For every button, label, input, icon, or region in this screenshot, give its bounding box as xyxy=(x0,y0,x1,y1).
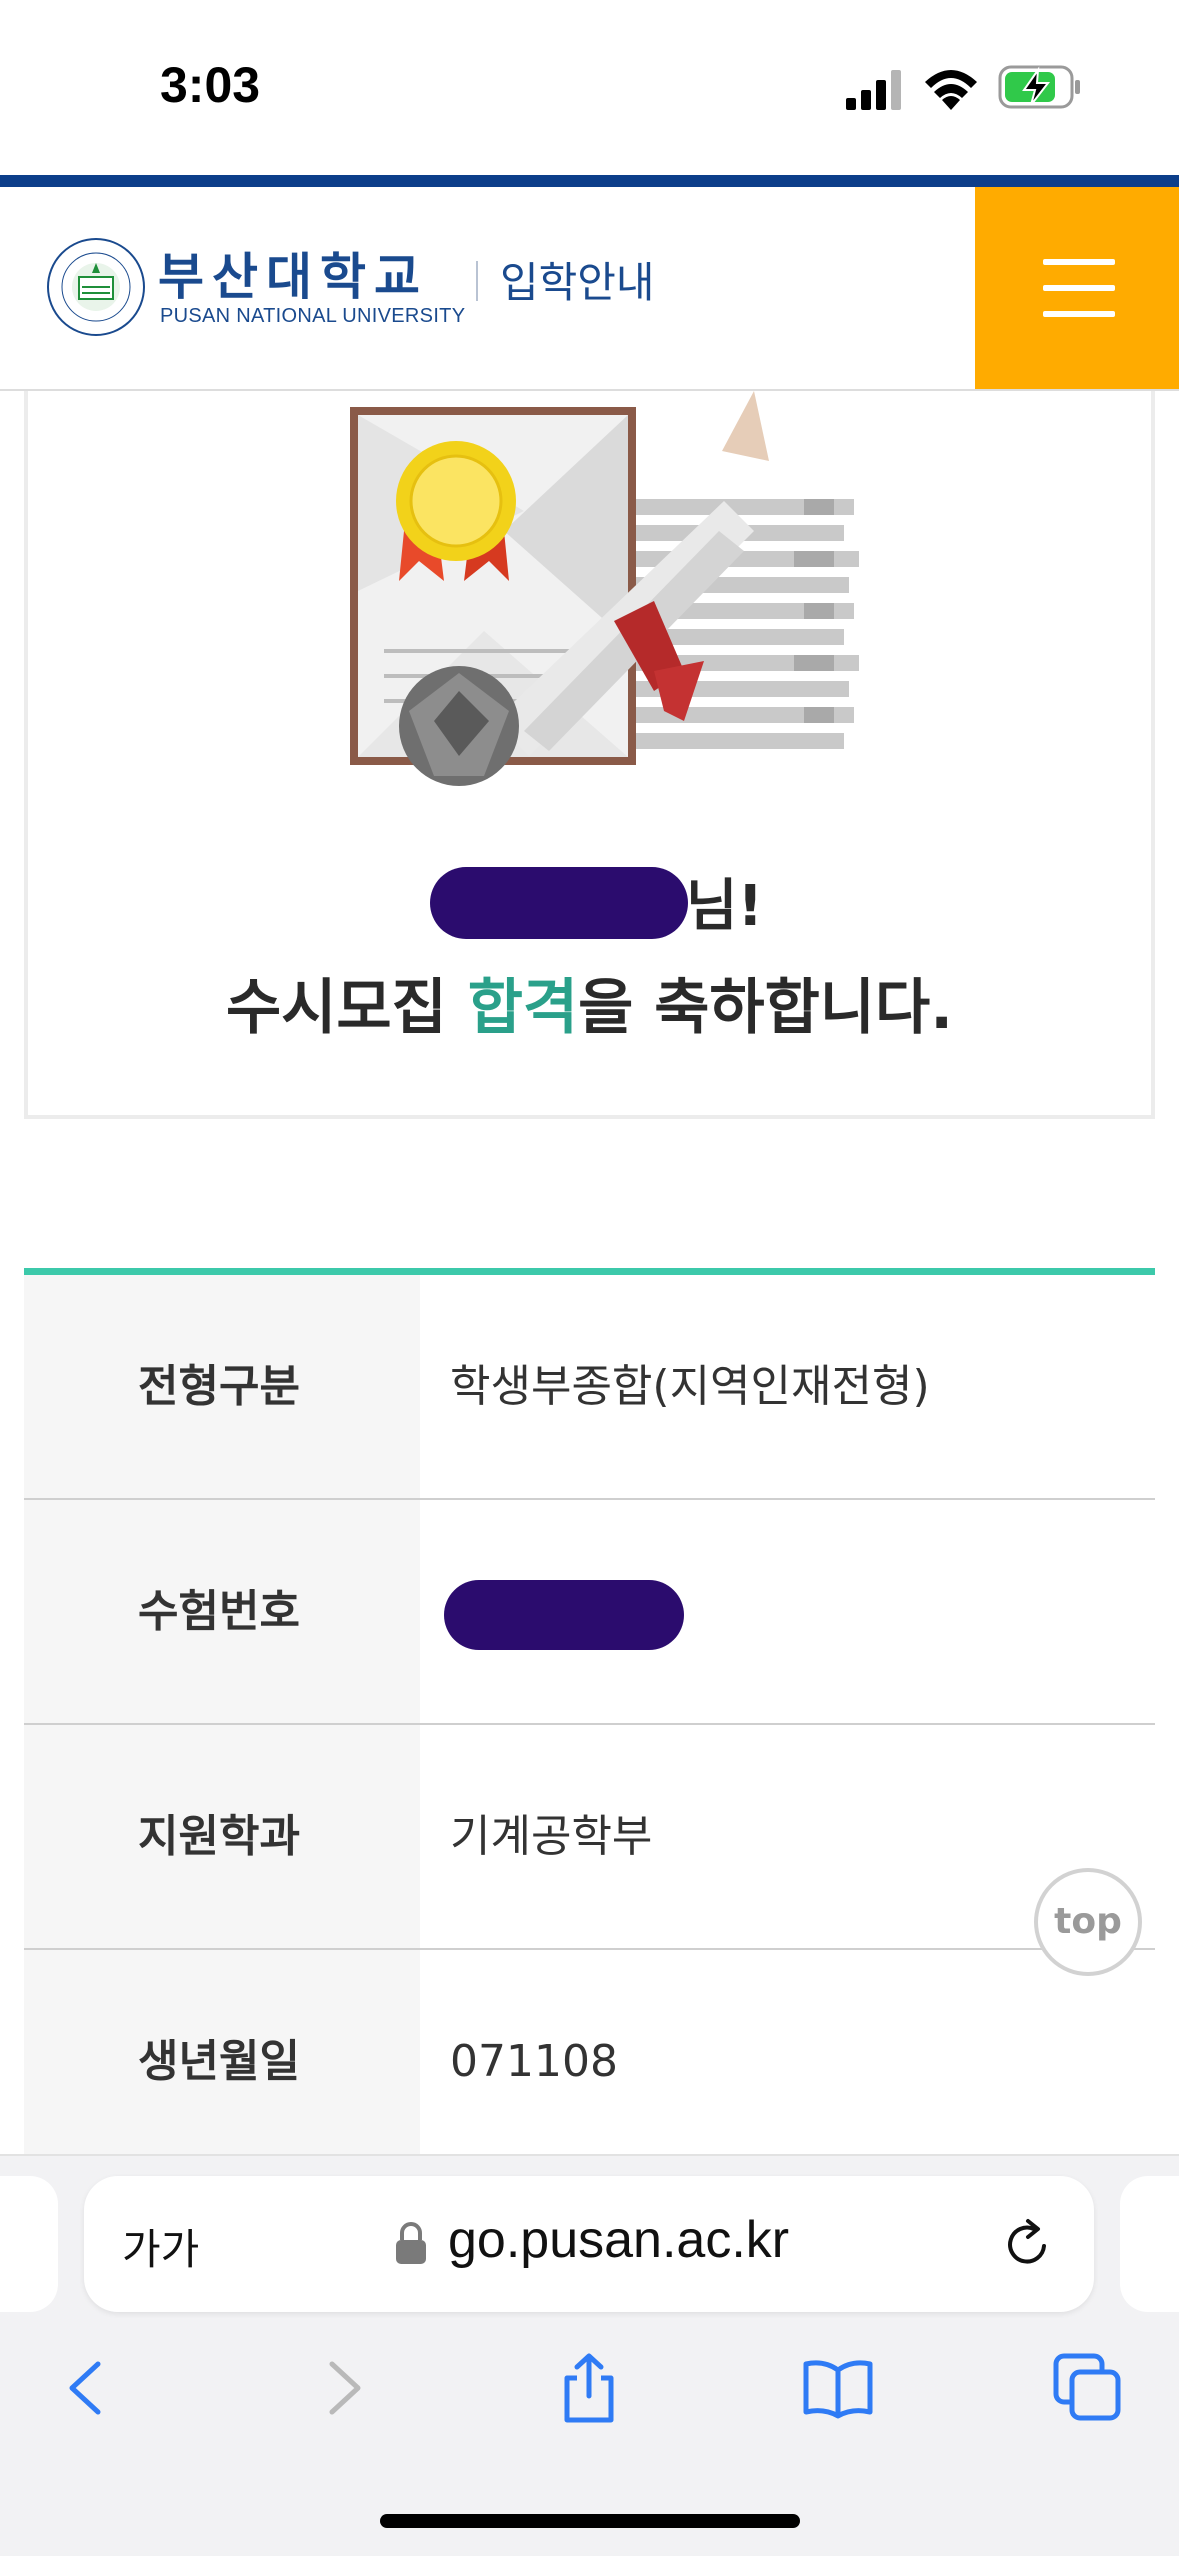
row-label: 지원학과 xyxy=(138,1811,300,1862)
tabs-icon[interactable] xyxy=(1052,2352,1124,2424)
text-size-button[interactable]: 가가 xyxy=(122,2216,199,2277)
row-header: 수험번호 xyxy=(24,1500,420,1723)
share-icon[interactable] xyxy=(553,2352,625,2424)
menu-button[interactable] xyxy=(975,187,1179,389)
congrats-after: 을 축하합니다. xyxy=(578,973,953,1043)
row-header: 생년월일 xyxy=(24,1950,420,2173)
bookmarks-icon[interactable] xyxy=(802,2352,874,2424)
reload-icon[interactable] xyxy=(1000,2216,1056,2272)
congrats-highlight: 합격 xyxy=(467,973,579,1043)
admission-info-table: 전형구분 학생부종합(지역인재전형) 수험번호 지원학과 기계공학부 생년월일 … xyxy=(24,1268,1155,2175)
previous-tab-preview[interactable] xyxy=(0,2176,58,2312)
hamburger-icon-bar xyxy=(1043,285,1115,291)
address-bar[interactable]: 가가 go.pusan.ac.kr xyxy=(84,2176,1094,2312)
congrats-before: 수시모집 xyxy=(226,973,468,1043)
row-header: 전형구분 xyxy=(24,1275,420,1498)
lock-icon xyxy=(396,2222,426,2264)
table-row: 수험번호 xyxy=(24,1500,1155,1725)
table-row: 전형구분 학생부종합(지역인재전형) xyxy=(24,1275,1155,1500)
section-title[interactable]: 입학안내 xyxy=(500,249,655,310)
row-value: 071108 xyxy=(450,2036,618,2087)
logo-divider xyxy=(476,261,478,301)
certificate-illustration xyxy=(350,391,859,786)
cellular-signal-icon xyxy=(846,70,901,110)
redaction-mark xyxy=(444,1580,684,1650)
header-accent-line xyxy=(0,175,1179,187)
row-value: 학생부종합(지역인재전형) xyxy=(450,1361,930,1412)
university-seal-logo[interactable] xyxy=(46,237,146,337)
row-label: 수험번호 xyxy=(138,1586,300,1637)
wifi-icon xyxy=(925,70,977,110)
back-icon[interactable] xyxy=(52,2352,124,2424)
battery-charging-icon xyxy=(998,65,1080,109)
university-name-kr[interactable]: 부산대학교 xyxy=(158,237,428,309)
home-indicator[interactable] xyxy=(380,2514,800,2528)
row-value: 기계공학부 xyxy=(450,1811,653,1862)
scroll-top-button[interactable]: top xyxy=(1034,1868,1142,1976)
row-label: 전형구분 xyxy=(138,1361,300,1412)
forward-icon[interactable] xyxy=(306,2352,378,2424)
hamburger-icon-bar xyxy=(1043,311,1115,317)
row-label: 생년월일 xyxy=(138,2036,300,2087)
name-suffix: 님! xyxy=(685,874,764,939)
hamburger-icon xyxy=(1043,259,1115,265)
result-card: 님! 수시모집 합격을 축하합니다. xyxy=(24,391,1155,1119)
redaction-mark xyxy=(430,867,688,939)
site-header: 부산대학교 PUSAN NATIONAL UNIVERSITY 입학안내 xyxy=(0,187,1179,391)
next-tab-preview[interactable] xyxy=(1120,2176,1179,2312)
university-name-en: PUSAN NATIONAL UNIVERSITY xyxy=(160,305,466,327)
congrats-message: 수시모집 합격을 축하합니다. xyxy=(28,959,1151,1046)
status-bar: 3:03 xyxy=(0,0,1179,175)
url-text[interactable]: go.pusan.ac.kr xyxy=(448,2210,789,2270)
table-row: 생년월일 071108 xyxy=(24,1950,1155,2175)
status-time: 3:03 xyxy=(160,57,261,113)
table-row: 지원학과 기계공학부 xyxy=(24,1725,1155,1950)
row-header: 지원학과 xyxy=(24,1725,420,1948)
